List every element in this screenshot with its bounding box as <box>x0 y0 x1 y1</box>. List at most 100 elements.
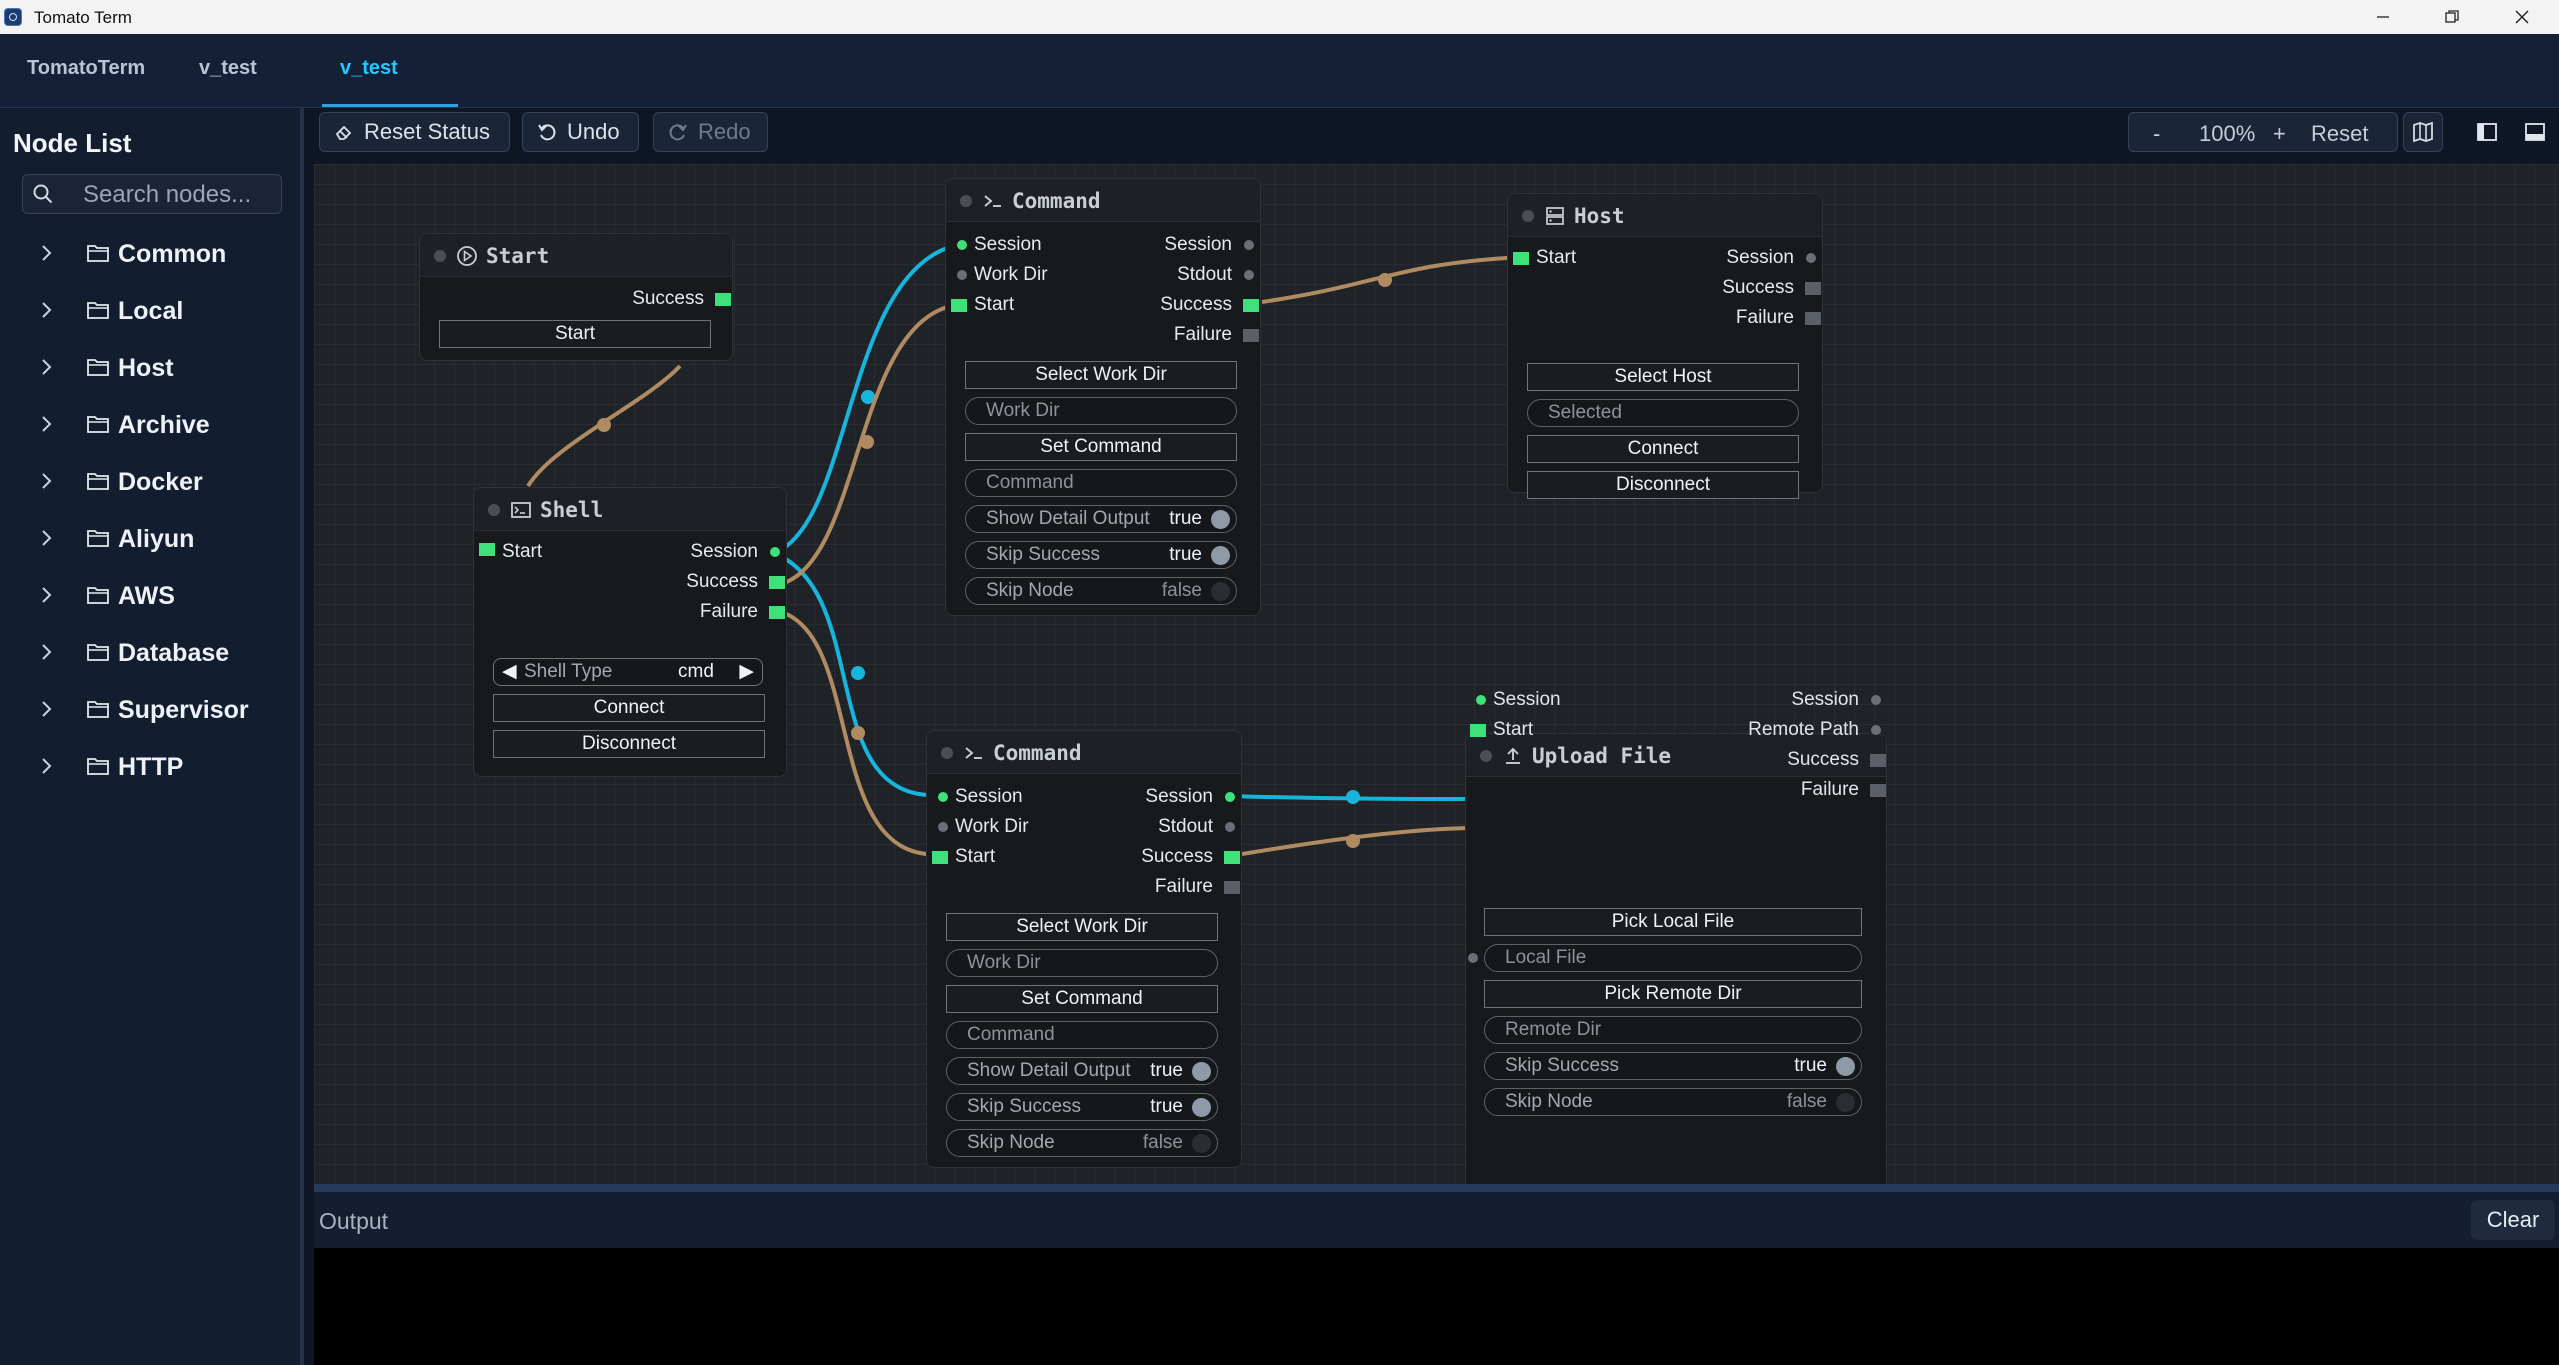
show-detail-output-toggle[interactable]: Show Detail Output true <box>946 1057 1218 1085</box>
toggle-knob[interactable] <box>1211 546 1230 565</box>
node-header[interactable]: Command <box>946 179 1260 222</box>
output-toggle-button[interactable] <box>2515 112 2555 152</box>
toggle-knob[interactable] <box>1211 582 1230 601</box>
pick-remote-dir-button[interactable]: Pick Remote Dir <box>1484 980 1862 1008</box>
command-field[interactable]: Command <box>965 469 1237 497</box>
clear-output-button[interactable]: Clear <box>2471 1200 2555 1240</box>
chevron-right-icon[interactable] <box>36 357 56 377</box>
disconnect-button[interactable]: Disconnect <box>493 730 765 758</box>
command-field[interactable]: Command <box>946 1021 1218 1049</box>
minimize-icon[interactable] <box>2349 0 2417 34</box>
port-in-start[interactable] <box>932 851 948 864</box>
remote-dir-field[interactable]: Remote Dir <box>1484 1016 1862 1044</box>
chevron-right-icon[interactable] <box>36 414 56 434</box>
port-start[interactable] <box>479 543 495 556</box>
port-session[interactable] <box>770 547 780 557</box>
port-out-stdout[interactable] <box>1244 270 1254 280</box>
sidebar-folder-docker[interactable]: Docker <box>0 457 300 507</box>
connect-button[interactable]: Connect <box>1527 435 1799 463</box>
undo-button[interactable]: Undo <box>522 112 639 152</box>
port-success[interactable] <box>715 293 731 306</box>
search-input[interactable] <box>81 179 280 211</box>
port-in-workdir[interactable] <box>957 270 967 280</box>
port-in-session[interactable] <box>938 792 948 802</box>
canvas-resize-handle[interactable] <box>314 1184 2559 1192</box>
skip-success-toggle[interactable]: Skip Success true <box>946 1093 1218 1121</box>
flow-canvas[interactable]: Start Success Start Shell Start Session … <box>314 164 2559 1186</box>
port-out-success[interactable] <box>1243 299 1259 312</box>
zoom-reset-button[interactable]: Reset <box>2311 121 2368 147</box>
port-out-session[interactable] <box>1225 792 1235 802</box>
restore-icon[interactable] <box>2418 0 2486 34</box>
port-out-session[interactable] <box>1244 240 1254 250</box>
select-host-button[interactable]: Select Host <box>1527 363 1799 391</box>
port-in-start[interactable] <box>1513 252 1529 265</box>
port-out-session[interactable] <box>1806 253 1816 263</box>
chevron-right-icon[interactable] <box>36 471 56 491</box>
chevron-right-icon[interactable] <box>36 300 56 320</box>
port-in-session[interactable] <box>1476 695 1486 705</box>
skip-success-toggle[interactable]: Skip Success true <box>1484 1052 1862 1080</box>
tab-tomatoterm[interactable]: TomatoTerm <box>27 57 145 80</box>
sidebar-folder-local[interactable]: Local <box>0 286 300 336</box>
disconnect-button[interactable]: Disconnect <box>1527 471 1799 499</box>
port-out-remote-path[interactable] <box>1871 725 1881 735</box>
start-button[interactable]: Start <box>439 320 711 348</box>
port-out-success[interactable] <box>1224 851 1240 864</box>
port-success[interactable] <box>769 576 785 589</box>
toggle-knob[interactable] <box>1192 1134 1211 1153</box>
close-icon[interactable] <box>2488 0 2556 34</box>
chevron-right-icon[interactable] <box>36 528 56 548</box>
port-out-failure[interactable] <box>1224 881 1240 894</box>
chevron-right-icon[interactable] <box>36 756 56 776</box>
output-console[interactable] <box>314 1248 2559 1365</box>
port-out-failure[interactable] <box>1243 329 1259 342</box>
reset-status-button[interactable]: Reset Status <box>319 112 510 152</box>
port-in-workdir[interactable] <box>938 822 948 832</box>
work-dir-field[interactable]: Work Dir <box>946 949 1218 977</box>
sidebar-folder-archive[interactable]: Archive <box>0 400 300 450</box>
shell-node[interactable]: Shell Start Session Success Failure ◀ Sh… <box>473 487 787 777</box>
set-command-button[interactable]: Set Command <box>965 433 1237 461</box>
sidebar-folder-aliyun[interactable]: Aliyun <box>0 514 300 564</box>
port-out-success[interactable] <box>1805 282 1821 295</box>
sidebar-toggle-button[interactable] <box>2467 112 2507 152</box>
local-file-field[interactable]: Local File <box>1484 944 1862 972</box>
work-dir-field[interactable]: Work Dir <box>965 397 1237 425</box>
port-out-stdout[interactable] <box>1225 822 1235 832</box>
port-in-local-file[interactable] <box>1468 953 1478 963</box>
prev-arrow-icon[interactable]: ◀ <box>502 659 517 685</box>
zoom-out-button[interactable]: - <box>2153 121 2160 147</box>
command-node-2[interactable]: Command Session Work Dir Start Session S… <box>926 730 1242 1168</box>
toggle-knob[interactable] <box>1192 1098 1211 1117</box>
shell-type-selector[interactable]: ◀ Shell Type cmd ▶ <box>493 658 763 686</box>
skip-node-toggle[interactable]: Skip Node false <box>965 577 1237 605</box>
port-out-failure[interactable] <box>1870 784 1886 797</box>
sidebar-folder-http[interactable]: HTTP <box>0 742 300 792</box>
port-out-success[interactable] <box>1870 754 1886 767</box>
port-out-failure[interactable] <box>1805 312 1821 325</box>
select-work-dir-button[interactable]: Select Work Dir <box>946 913 1218 941</box>
search-box[interactable] <box>22 174 282 214</box>
selected-host-field[interactable]: Selected <box>1527 399 1799 427</box>
redo-button[interactable]: Redo <box>653 112 768 152</box>
node-header[interactable]: Command <box>927 731 1241 774</box>
port-out-session[interactable] <box>1871 695 1881 705</box>
minimap-toggle-button[interactable] <box>2403 112 2443 152</box>
tab-v-test-2[interactable]: v_test <box>340 57 398 80</box>
node-header[interactable]: Host <box>1508 194 1822 237</box>
show-detail-output-toggle[interactable]: Show Detail Output true <box>965 505 1237 533</box>
command-node-1[interactable]: Command Session Work Dir Start Session S… <box>945 178 1261 616</box>
sidebar-folder-database[interactable]: Database <box>0 628 300 678</box>
port-in-session[interactable] <box>957 240 967 250</box>
toggle-knob[interactable] <box>1836 1093 1855 1112</box>
sidebar-folder-supervisor[interactable]: Supervisor <box>0 685 300 735</box>
zoom-in-button[interactable]: + <box>2273 121 2286 147</box>
select-work-dir-button[interactable]: Select Work Dir <box>965 361 1237 389</box>
port-in-start[interactable] <box>1470 724 1486 737</box>
start-node[interactable]: Start Success Start <box>419 233 733 361</box>
next-arrow-icon[interactable]: ▶ <box>739 659 754 685</box>
tab-v-test-1[interactable]: v_test <box>199 57 257 80</box>
node-header[interactable]: Shell <box>474 488 786 531</box>
host-node[interactable]: Host Start Session Success Failure Selec… <box>1507 193 1823 499</box>
